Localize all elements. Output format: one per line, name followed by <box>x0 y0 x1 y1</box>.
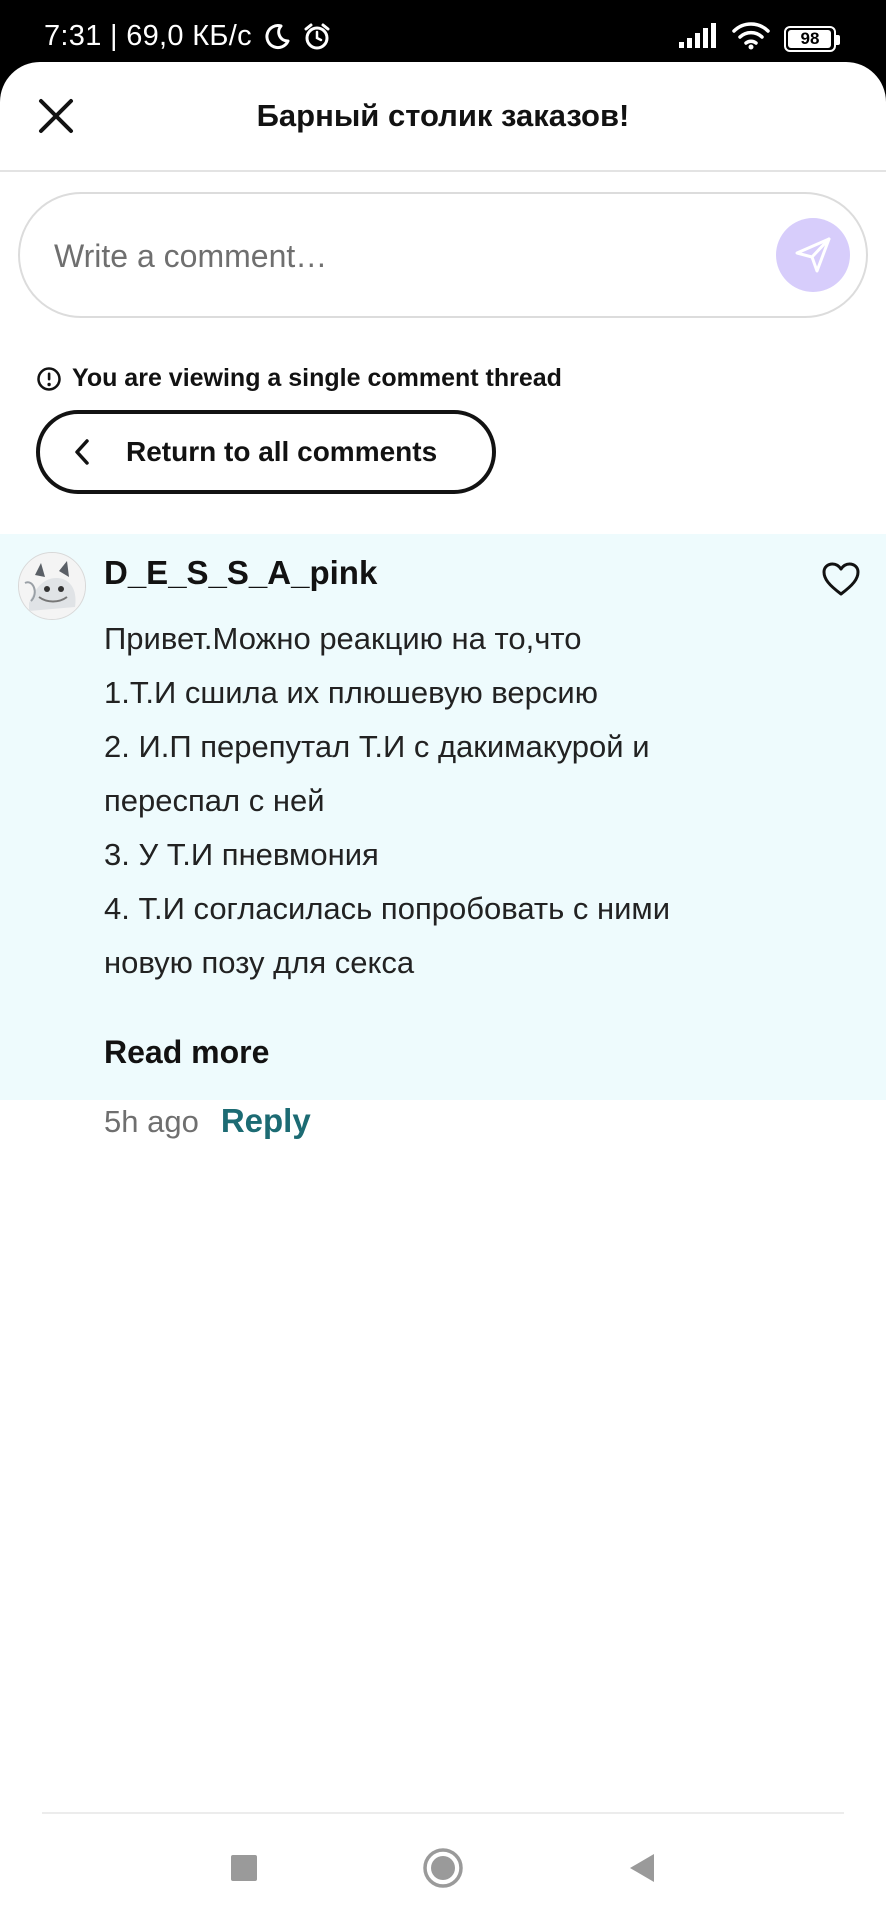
avatar[interactable] <box>18 552 86 620</box>
back-button[interactable] <box>620 1846 664 1890</box>
comment-body: Привет.Можно реакцию на то,что 1.Т.И сши… <box>104 612 844 990</box>
comment-line: 4. Т.И согласилась попробовать с ними <box>104 891 671 926</box>
system-nav-bar <box>0 1814 886 1920</box>
reply-button[interactable]: Reply <box>221 1102 311 1140</box>
moon-icon <box>262 22 292 52</box>
recents-button[interactable] <box>222 1846 266 1890</box>
comment-meta: 5h ago Reply <box>104 1102 311 1140</box>
heart-icon <box>822 562 860 596</box>
status-left: 7:31 | 69,0 КБ/с <box>44 20 332 53</box>
send-button[interactable] <box>776 218 850 292</box>
comment-item: D_E_S_S_A_pink Привет.Можно реакцию на т… <box>0 534 886 1139</box>
send-icon <box>795 237 831 273</box>
comment-line: 1.Т.И сшила их плюшевую версию <box>104 675 598 710</box>
recents-square-icon <box>231 1855 257 1881</box>
battery-icon: 98 <box>784 25 840 52</box>
comment-line: 2. И.П перепутал Т.И с дакимакурой и <box>104 729 650 764</box>
comments-sheet: Барный столик заказов! You are viewing a… <box>0 62 886 1920</box>
read-more-link[interactable]: Read more <box>104 1034 269 1071</box>
comment-line: новую позу для секса <box>104 945 415 980</box>
return-to-all-comments-button[interactable]: Return to all comments <box>36 410 496 494</box>
chevron-left-icon <box>75 439 89 465</box>
comment-input[interactable] <box>54 224 744 288</box>
status-right: 98 <box>678 22 840 55</box>
page-title: Барный столик заказов! <box>256 98 630 133</box>
home-circle-icon <box>423 1848 463 1888</box>
thread-notice: You are viewing a single comment thread <box>36 364 562 393</box>
comment-line: Привет.Можно реакцию на то,что <box>104 621 582 656</box>
wifi-icon <box>732 22 770 55</box>
comment-timestamp: 5h ago <box>104 1104 199 1139</box>
thread-notice-text: You are viewing a single comment thread <box>72 364 562 392</box>
comment-composer <box>18 192 868 318</box>
home-button[interactable] <box>421 1846 465 1890</box>
info-icon <box>37 366 61 391</box>
comment-author[interactable]: D_E_S_S_A_pink <box>104 554 377 592</box>
alarm-icon <box>302 22 332 52</box>
return-label: Return to all comments <box>126 436 438 467</box>
sheet-header: Барный столик заказов! <box>0 62 886 172</box>
signal-icon <box>678 23 718 54</box>
comment-line: 3. У Т.И пневмония <box>104 837 379 872</box>
back-triangle-icon <box>630 1854 654 1882</box>
status-time-speed: 7:31 | 69,0 КБ/с <box>44 20 252 52</box>
comment-line: переспал с ней <box>104 783 325 818</box>
battery-percent: 98 <box>800 28 820 48</box>
like-button[interactable] <box>818 556 864 602</box>
